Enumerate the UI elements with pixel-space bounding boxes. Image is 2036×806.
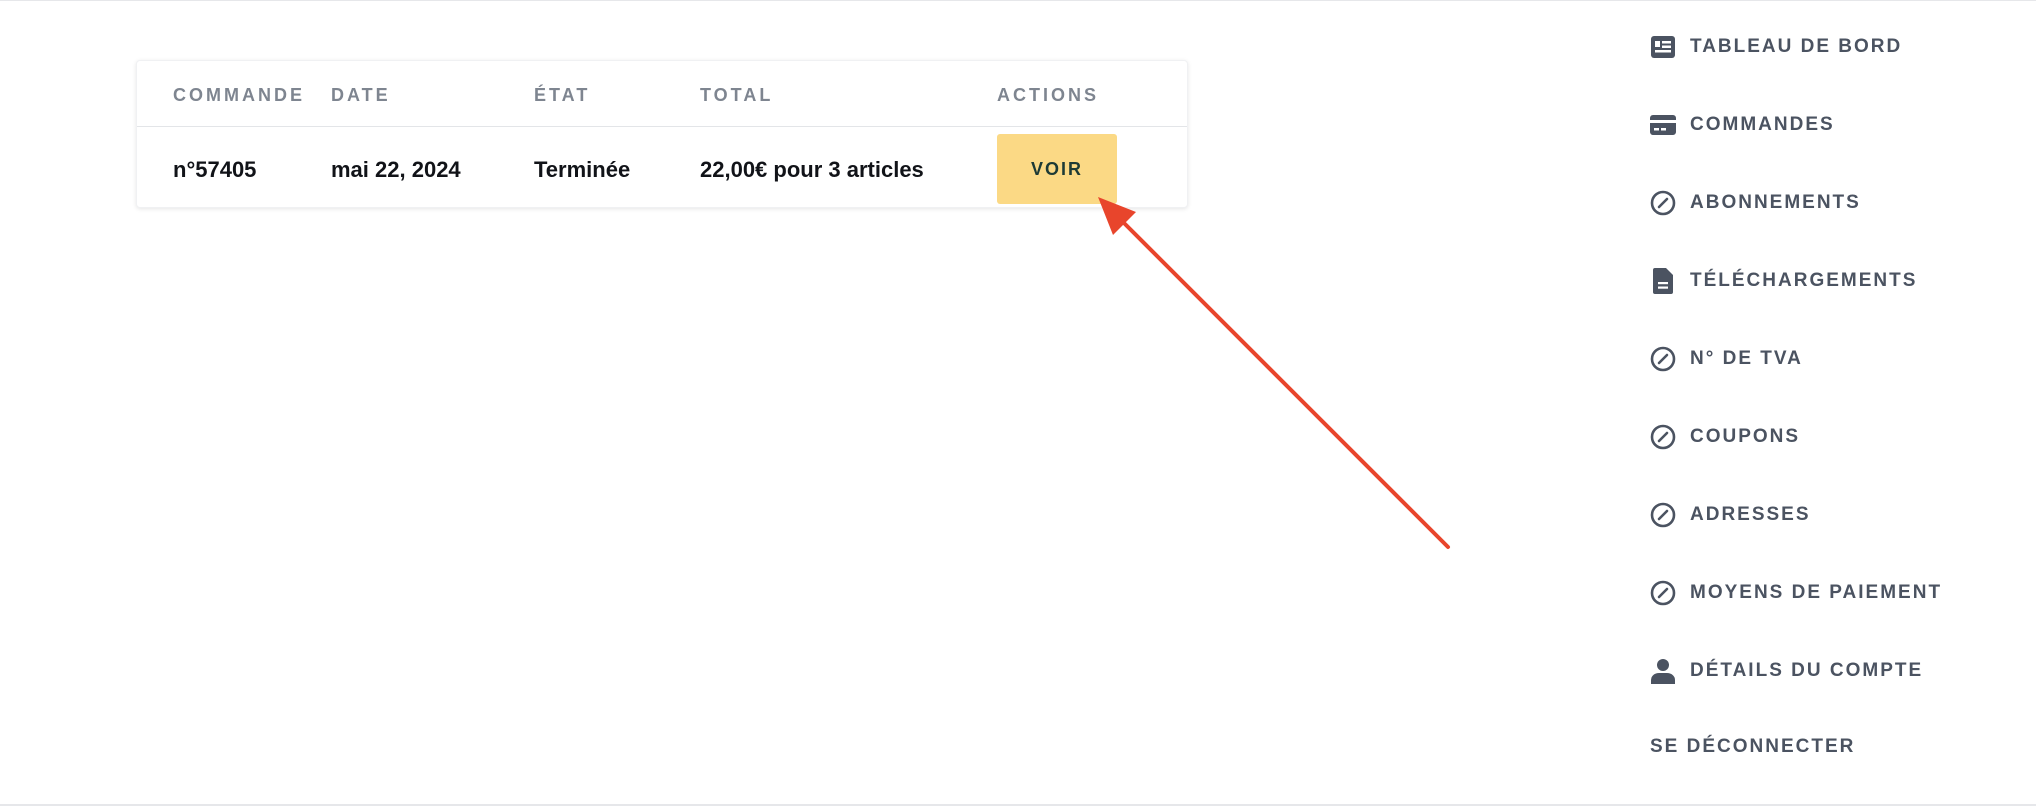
credit-card-icon [1650,112,1676,138]
nav-label-coupons: COUPONS [1690,426,1801,447]
compass-icon [1650,424,1676,450]
nav-label-orders: COMMANDES [1690,114,1835,135]
nav-label-downloads: TÉLÉCHARGEMENTS [1690,270,1918,291]
order-status: Terminée [534,157,631,182]
column-header-status: ÉTAT [534,85,591,105]
nav-item-downloads[interactable]: TÉLÉCHARGEMENTS [1650,261,2010,301]
compass-icon [1650,190,1676,216]
nav-item-vat-number[interactable]: N° DE TVA [1650,339,2010,379]
nav-label-subscriptions: ABONNEMENTS [1690,192,1861,213]
orders-table: COMMANDE DATE ÉTAT TOTAL ACTIONS n°57405… [136,60,1188,208]
page: COMMANDE DATE ÉTAT TOTAL ACTIONS n°57405… [0,0,2036,806]
compass-icon [1650,502,1676,528]
compass-icon [1650,580,1676,606]
account-navigation: TABLEAU DE BORD COMMANDES ABONNEMENTS TÉ… [1640,1,2036,806]
nav-item-orders[interactable]: COMMANDES [1650,105,2010,145]
compass-icon [1650,346,1676,372]
order-total: 22,00€ pour 3 articles [700,157,924,182]
nav-item-account-details[interactable]: DÉTAILS DU COMPTE [1650,651,2010,691]
column-header-date: DATE [331,85,391,105]
nav-label-logout: SE DÉCONNECTER [1650,736,1856,757]
order-number-link[interactable]: n°57405 [173,157,256,183]
dashboard-icon [1650,34,1676,60]
nav-label-dashboard: TABLEAU DE BORD [1690,36,1903,57]
column-header-order: COMMANDE [173,85,305,105]
nav-item-subscriptions[interactable]: ABONNEMENTS [1650,183,2010,223]
user-icon [1650,658,1676,684]
nav-item-payment-methods[interactable]: MOYENS DE PAIEMENT [1650,573,2010,613]
nav-item-dashboard[interactable]: TABLEAU DE BORD [1650,27,2010,67]
view-order-button[interactable]: VOIR [997,134,1117,204]
nav-label-account-details: DÉTAILS DU COMPTE [1690,660,1924,681]
nav-label-addresses: ADRESSES [1690,504,1811,525]
order-date: mai 22, 2024 [331,157,461,182]
table-header: COMMANDE DATE ÉTAT TOTAL ACTIONS [137,61,1187,127]
document-icon [1650,268,1676,294]
nav-label-vat-number: N° DE TVA [1690,348,1803,369]
arrow-shaft [1118,217,1450,549]
column-header-total: TOTAL [700,85,774,105]
nav-item-logout[interactable]: SE DÉCONNECTER [1650,727,2010,767]
nav-item-addresses[interactable]: ADRESSES [1650,495,2010,535]
nav-label-payment-methods: MOYENS DE PAIEMENT [1690,582,1943,603]
column-header-actions: ACTIONS [997,85,1099,105]
nav-item-coupons[interactable]: COUPONS [1650,417,2010,457]
